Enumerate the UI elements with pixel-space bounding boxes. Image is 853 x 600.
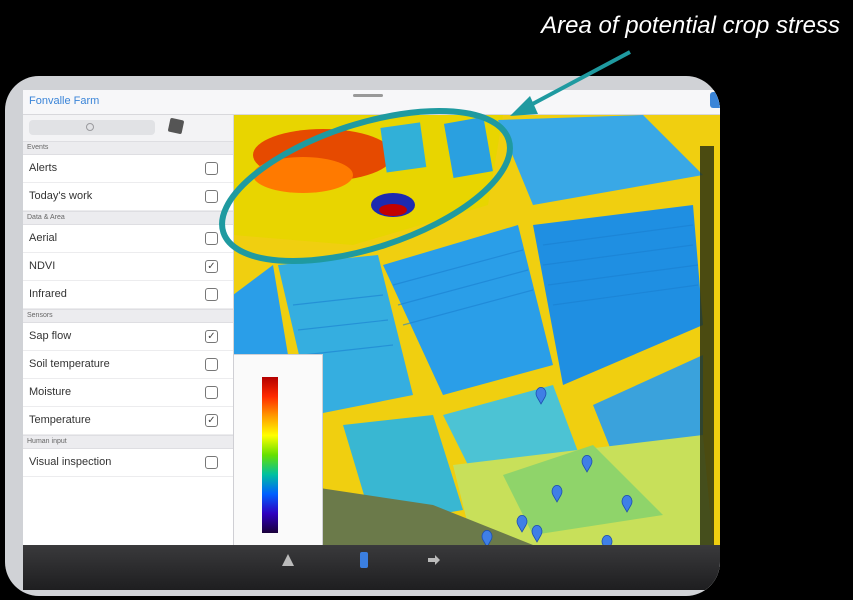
search-input[interactable] xyxy=(29,120,155,135)
map-scrollbar[interactable] xyxy=(700,146,714,546)
section-header-sensors: Sensors xyxy=(23,309,233,323)
layer-item-label: NDVI xyxy=(29,260,56,272)
checkbox-temperature[interactable]: ✓ xyxy=(205,414,218,427)
layer-item-label: Moisture xyxy=(29,386,72,398)
layer-item-label: Temperature xyxy=(29,414,91,426)
layer-item-soil-temperature[interactable]: Soil temperature xyxy=(23,351,233,379)
checkbox-soil-temperature[interactable] xyxy=(205,358,218,371)
section-header-data-area: Data & Area xyxy=(23,211,233,225)
layer-item-alerts[interactable]: Alerts xyxy=(23,155,233,183)
checkbox-alerts[interactable] xyxy=(205,162,218,175)
app-screen: Fonvalle Farm Events Alerts Today's work… xyxy=(23,90,720,590)
search-icon xyxy=(86,123,94,131)
edit-button[interactable] xyxy=(710,92,720,108)
layer-item-label: Aerial xyxy=(29,232,58,244)
checkbox-sap-flow[interactable]: ✓ xyxy=(205,330,218,343)
section-header-human-input: Human input xyxy=(23,435,233,449)
layer-item-label: Infrared xyxy=(29,288,67,300)
arrow-tab-icon[interactable] xyxy=(427,553,441,567)
layer-item-moisture[interactable]: Moisture xyxy=(23,379,233,407)
checkbox-visual-inspection[interactable] xyxy=(205,456,218,469)
layer-item-label: Soil temperature xyxy=(29,358,110,370)
layers-icon[interactable] xyxy=(167,117,185,135)
section-header-events: Events xyxy=(23,141,233,155)
grabber-handle xyxy=(353,94,383,97)
bottom-tab-bar xyxy=(23,545,720,590)
checkbox-infrared[interactable] xyxy=(205,288,218,301)
layer-item-label: Alerts xyxy=(29,162,58,174)
checkbox-moisture[interactable] xyxy=(205,386,218,399)
ndvi-color-legend xyxy=(233,354,323,546)
color-scale-bar xyxy=(262,377,278,533)
layer-item-ndvi[interactable]: NDVI ✓ xyxy=(23,253,233,281)
search-row xyxy=(23,115,233,141)
phone-tab-icon[interactable] xyxy=(359,551,369,569)
checkbox-todays-work[interactable] xyxy=(205,190,218,203)
layer-item-infrared[interactable]: Infrared xyxy=(23,281,233,309)
layer-item-sap-flow[interactable]: Sap flow ✓ xyxy=(23,323,233,351)
map-tab-icon[interactable] xyxy=(281,553,295,567)
layer-item-todays-work[interactable]: Today's work xyxy=(23,183,233,211)
layer-item-aerial[interactable]: Aerial xyxy=(23,225,233,253)
layer-item-label: Visual inspection xyxy=(29,456,112,468)
layer-item-label: Today's work xyxy=(29,190,93,202)
checkbox-aerial[interactable] xyxy=(205,232,218,245)
title-bar: Fonvalle Farm xyxy=(23,90,720,115)
layer-item-label: Sap flow xyxy=(29,330,72,342)
layers-sidebar: Events Alerts Today's work Data & Area A… xyxy=(23,115,234,545)
farm-title[interactable]: Fonvalle Farm xyxy=(29,95,99,107)
layer-item-temperature[interactable]: Temperature ✓ xyxy=(23,407,233,435)
tablet-frame: Fonvalle Farm Events Alerts Today's work… xyxy=(5,76,720,596)
checkbox-ndvi[interactable]: ✓ xyxy=(205,260,218,273)
layer-item-visual-inspection[interactable]: Visual inspection xyxy=(23,449,233,477)
annotation-caption: Area of potential crop stress xyxy=(541,12,840,39)
